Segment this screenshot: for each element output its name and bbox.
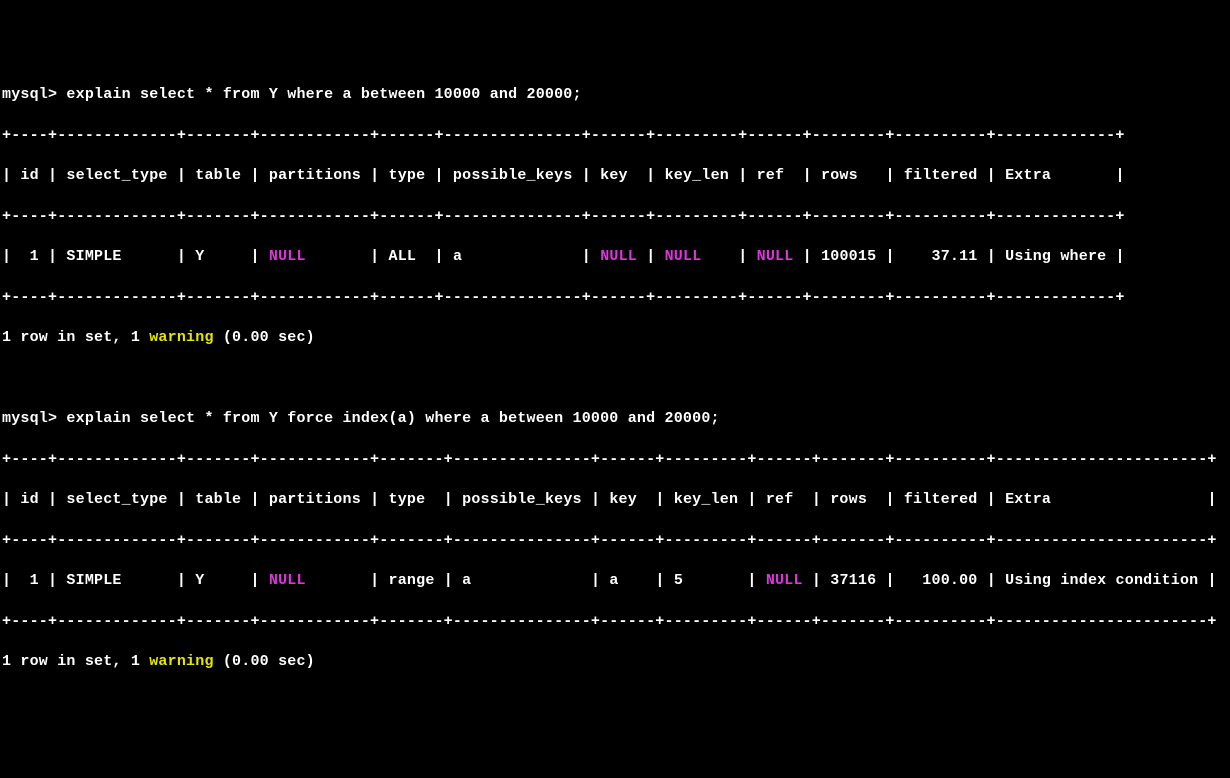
mysql-prompt: mysql> [2, 86, 66, 103]
query1-status: 1 row in set, 1 warning (0.00 sec) [2, 328, 1228, 348]
warning-text: warning [149, 653, 213, 670]
table2-border-top: +----+-------------+-------+------------… [2, 450, 1228, 470]
table1-row: | 1 | SIMPLE | Y | NULL | ALL | a | NULL… [2, 247, 1228, 267]
table2-header: | id | select_type | table | partitions … [2, 490, 1228, 510]
table1-border-bot: +----+-------------+-------+------------… [2, 288, 1228, 308]
null-value: NULL [269, 572, 306, 589]
null-value: NULL [269, 248, 306, 265]
query2-status: 1 row in set, 1 warning (0.00 sec) [2, 652, 1228, 672]
warning-text: warning [149, 329, 213, 346]
table1-border-top: +----+-------------+-------+------------… [2, 126, 1228, 146]
table1-border-mid: +----+-------------+-------+------------… [2, 207, 1228, 227]
table2-border-mid: +----+-------------+-------+------------… [2, 531, 1228, 551]
blank-line [2, 369, 1228, 389]
null-value: NULL [665, 248, 702, 265]
table2-border-bot: +----+-------------+-------+------------… [2, 612, 1228, 632]
query2-sql: explain select * from Y force index(a) w… [66, 410, 719, 427]
query1-line: mysql> explain select * from Y where a b… [2, 85, 1228, 105]
query2-line: mysql> explain select * from Y force ind… [2, 409, 1228, 429]
null-value: NULL [600, 248, 637, 265]
table2-row: | 1 | SIMPLE | Y | NULL | range | a | a … [2, 571, 1228, 591]
table1-header: | id | select_type | table | partitions … [2, 166, 1228, 186]
mysql-prompt: mysql> [2, 410, 66, 427]
null-value: NULL [757, 248, 794, 265]
query1-sql: explain select * from Y where a between … [66, 86, 581, 103]
null-value: NULL [766, 572, 803, 589]
